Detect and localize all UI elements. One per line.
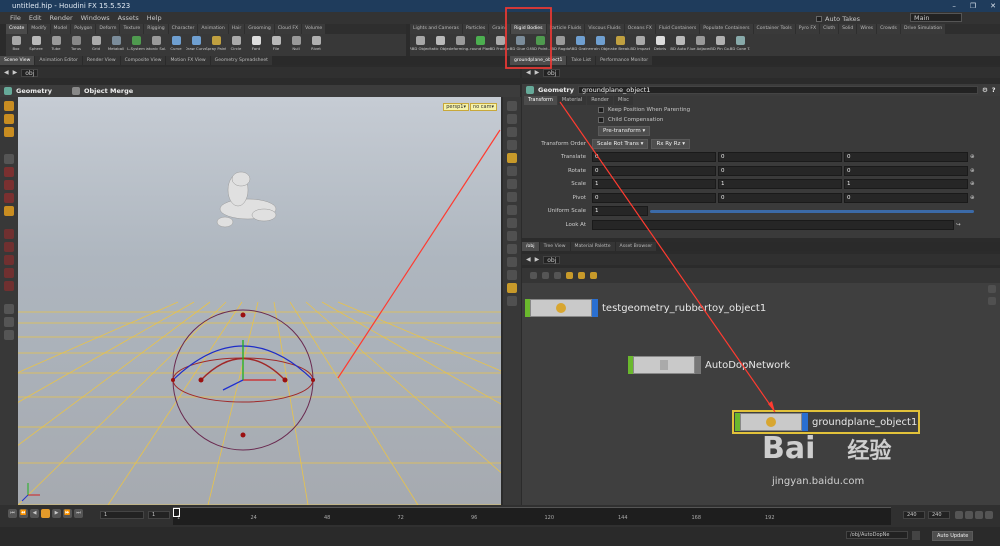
range-end-field[interactable]: 240: [928, 511, 950, 519]
step-back-icon[interactable]: ⏪: [19, 509, 28, 518]
sound-icon[interactable]: [975, 511, 983, 519]
current-frame-field[interactable]: 1: [100, 511, 144, 519]
annotation-none: [506, 8, 551, 503]
timeline-bar: ⏮ ⏪ ◀ ▶ ⏩ ⏭ 1 1 1 24 48 72 96 120 144 168 192 24…: [0, 505, 1000, 527]
play-icon[interactable]: ▶: [52, 509, 61, 518]
go-end-icon[interactable]: ⏭: [74, 509, 83, 518]
global-icon[interactable]: [985, 511, 993, 519]
timeline-tick-label: 120: [544, 515, 555, 521]
annotation-overlay: [337, 7, 776, 503]
timeline-tick-label: 192: [765, 515, 775, 521]
highlight-box: [505, 7, 552, 69]
playback-controls: ⏮ ⏪ ◀ ▶ ⏩ ⏭: [8, 509, 83, 518]
timeline-tick-label: 168: [691, 515, 702, 521]
timeline-tick-label: 96: [471, 515, 478, 521]
play-reverse-icon[interactable]: ◀: [30, 509, 39, 518]
auto-update-button[interactable]: Auto Update: [932, 531, 974, 541]
playhead[interactable]: [173, 508, 180, 517]
start-frame-field[interactable]: 1: [148, 511, 170, 519]
timeline-options: [955, 511, 993, 519]
timeline-tick-label: 72: [397, 515, 404, 521]
status-menu-icon[interactable]: [912, 531, 920, 540]
timeline-tick-label: 144: [618, 515, 628, 521]
arrow-to-node: [559, 101, 776, 413]
status-bar: /obj/AutoDopNe Auto Update: [0, 527, 1000, 546]
key-icon[interactable]: [955, 511, 963, 519]
realtime-icon[interactable]: [965, 511, 973, 519]
status-path[interactable]: /obj/AutoDopNe: [846, 531, 908, 539]
timeline-tick-label: 48: [324, 515, 331, 521]
go-start-icon[interactable]: ⏮: [8, 509, 17, 518]
step-forward-icon[interactable]: ⏩: [63, 509, 72, 518]
timeline-ruler[interactable]: 1 24 48 72 96 120 144 168 192: [173, 507, 891, 525]
timeline-tick-label: 24: [250, 515, 257, 521]
stop-icon[interactable]: [41, 509, 50, 518]
arrow-to-viewport: [337, 129, 501, 379]
end-frame-field[interactable]: 240: [903, 511, 925, 519]
